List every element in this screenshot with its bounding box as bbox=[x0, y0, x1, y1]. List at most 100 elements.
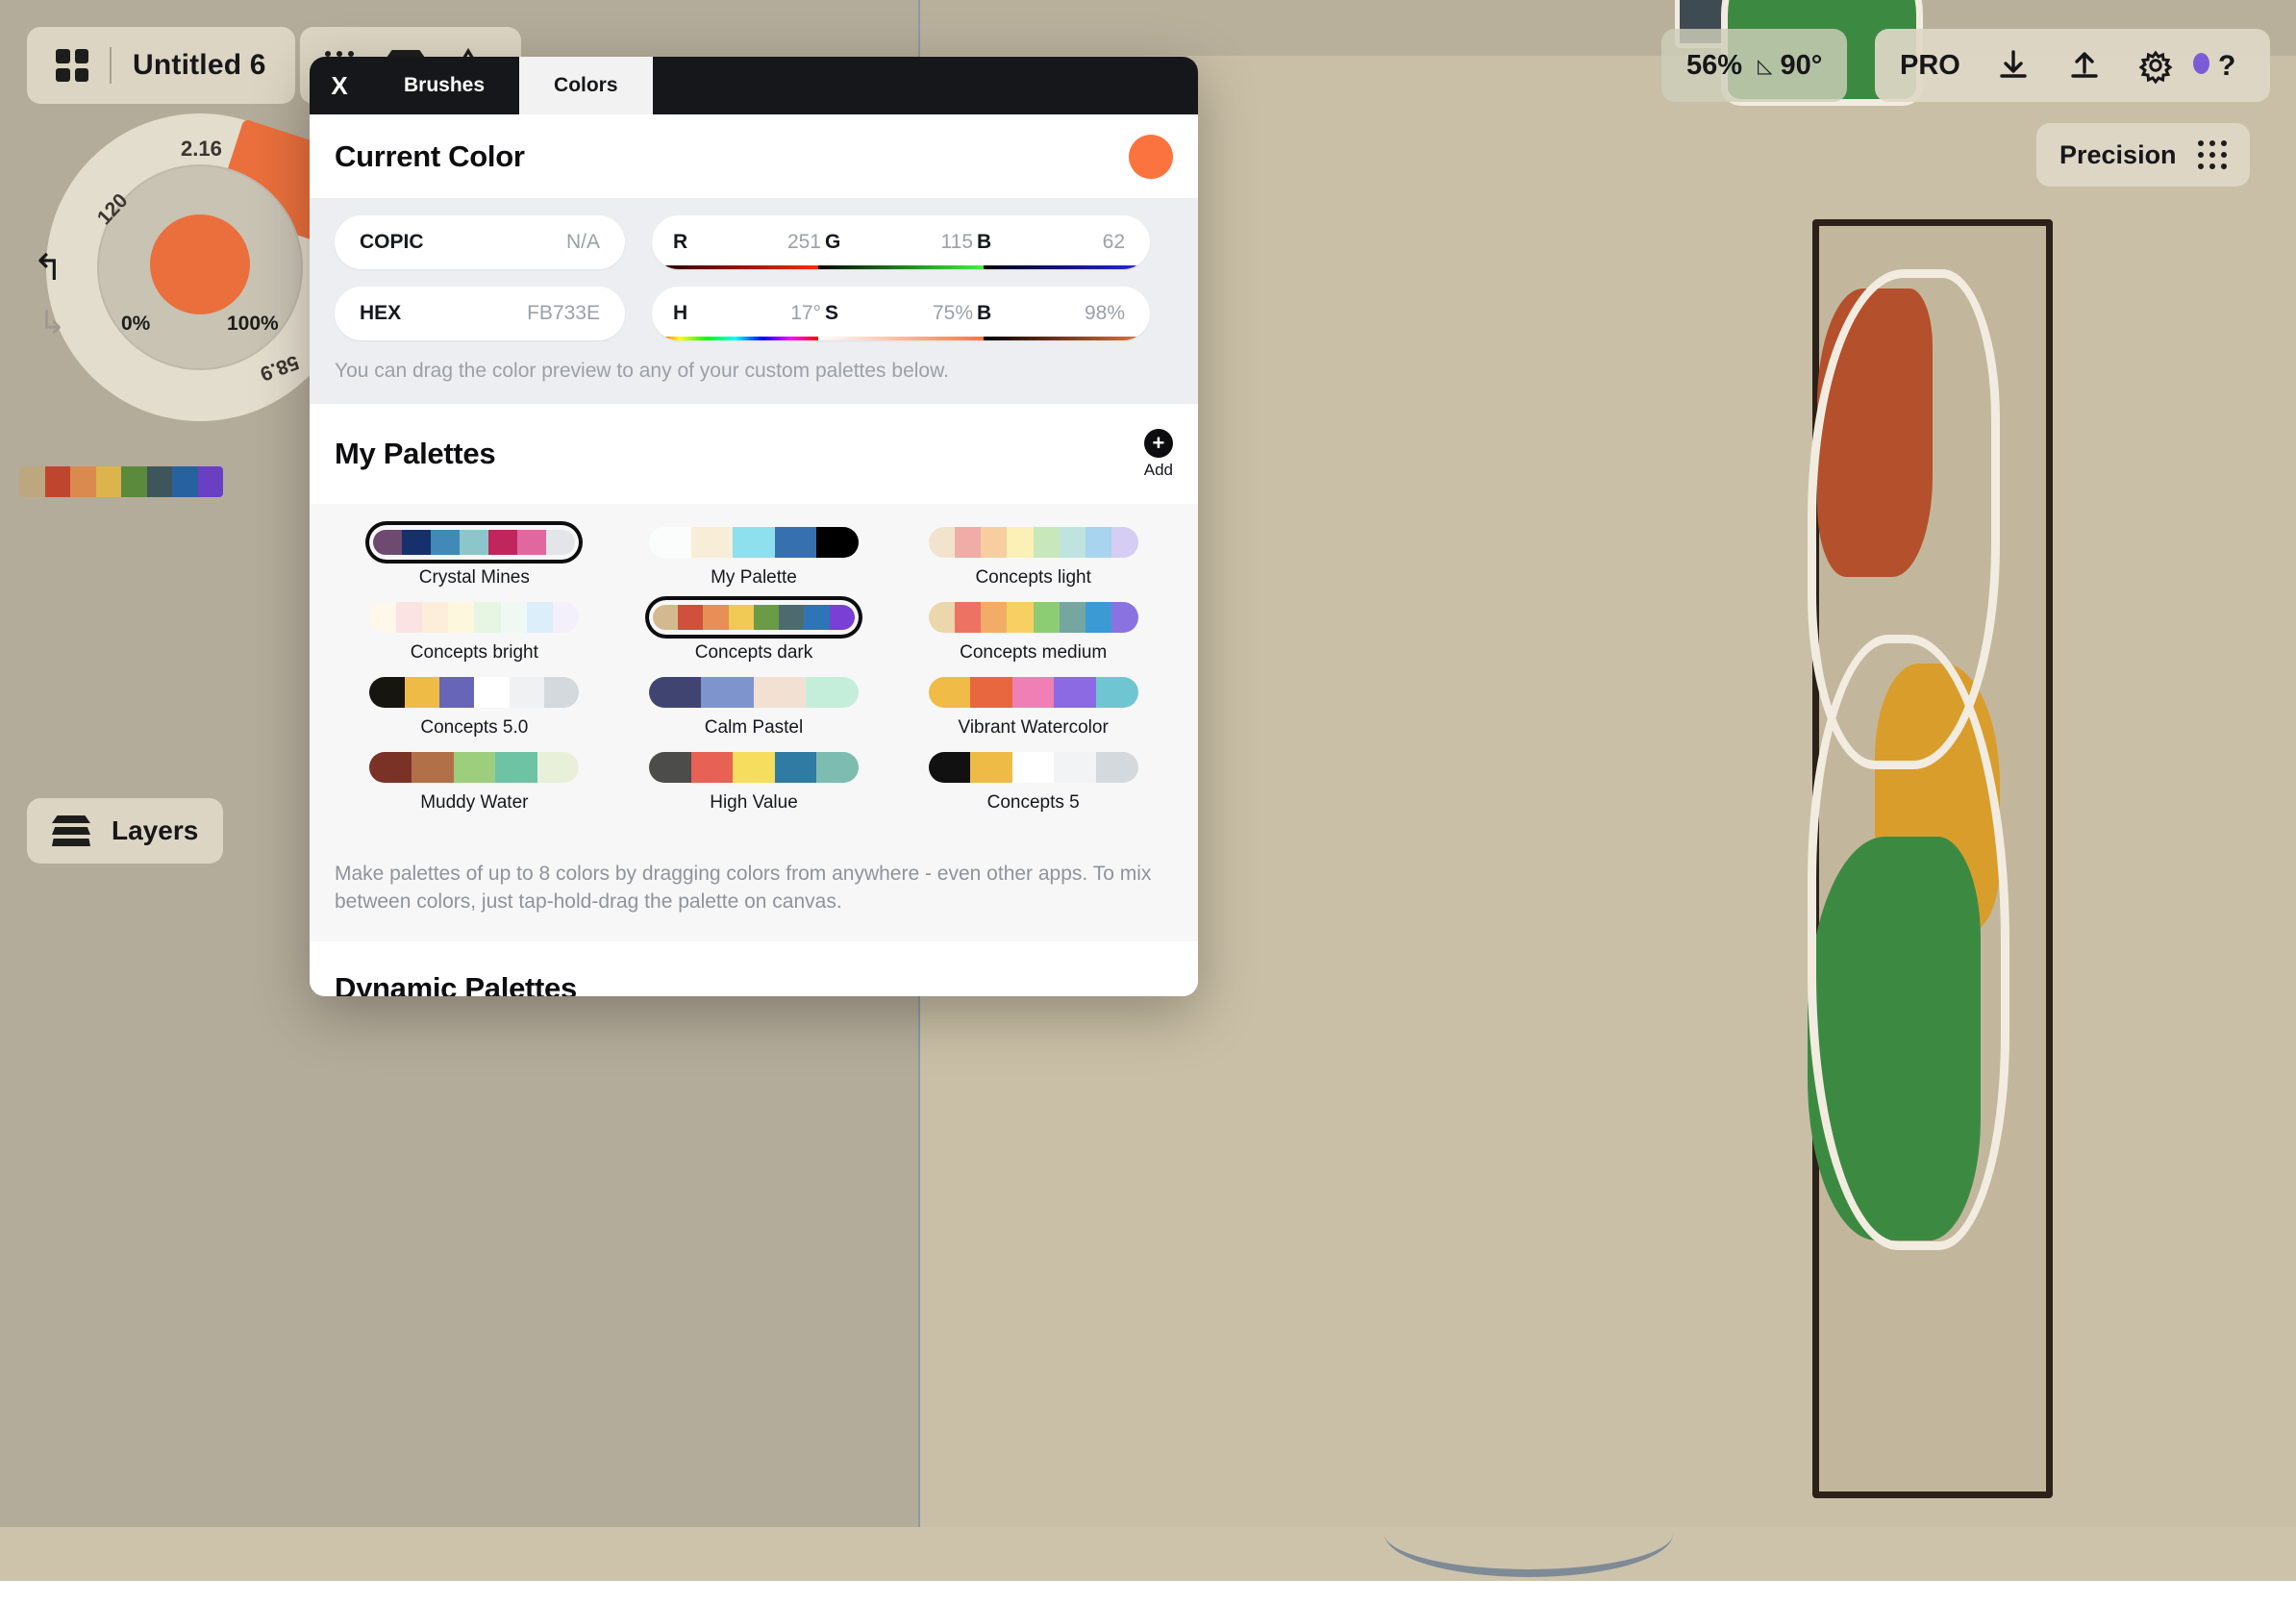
gear-icon[interactable] bbox=[2137, 47, 2174, 84]
palette-swatch[interactable] bbox=[678, 605, 704, 630]
palette-item[interactable]: Concepts 5.0 bbox=[335, 675, 614, 739]
palette-item[interactable]: Crystal Mines bbox=[335, 525, 614, 589]
pro-badge[interactable]: PRO bbox=[1900, 50, 1960, 82]
wheel-current-color[interactable] bbox=[150, 214, 250, 314]
palette-item[interactable]: Concepts medium bbox=[893, 600, 1173, 664]
palette-swatch[interactable] bbox=[1007, 527, 1034, 558]
palette-swatch[interactable] bbox=[526, 602, 554, 633]
palette-swatch[interactable] bbox=[1007, 602, 1034, 633]
palette-swatch[interactable] bbox=[804, 605, 830, 630]
palette-swatch[interactable] bbox=[517, 530, 547, 555]
palette-swatch[interactable] bbox=[648, 527, 691, 558]
palette-swatch[interactable] bbox=[652, 605, 679, 630]
radial-brush-wheel[interactable]: 0% 100% 120 2.16 58.9 ↰ ↳ bbox=[33, 113, 354, 421]
palette-item[interactable]: Calm Pastel bbox=[614, 675, 894, 739]
palette-swatch[interactable] bbox=[981, 602, 1008, 633]
palette-swatch[interactable] bbox=[1054, 752, 1097, 783]
palette-swatch[interactable] bbox=[369, 677, 405, 708]
palette-swatch[interactable] bbox=[829, 605, 855, 630]
precision-button[interactable]: Precision bbox=[2036, 123, 2250, 187]
gallery-grid-icon[interactable] bbox=[56, 49, 88, 82]
palette-swatch[interactable] bbox=[509, 677, 544, 708]
palette-swatch[interactable] bbox=[488, 530, 518, 555]
palette-swatch[interactable] bbox=[373, 530, 403, 555]
palette-swatch[interactable] bbox=[500, 602, 527, 633]
precision-grid-icon[interactable] bbox=[2197, 140, 2227, 169]
palette-swatches[interactable] bbox=[369, 677, 580, 708]
help-button[interactable]: ? bbox=[2192, 47, 2245, 84]
palette-swatch[interactable] bbox=[421, 602, 449, 633]
palette-swatch[interactable] bbox=[411, 752, 454, 783]
document-title-bar[interactable]: Untitled 6 bbox=[27, 27, 295, 104]
palette-swatch[interactable] bbox=[172, 466, 198, 497]
zoom-rotation-indicator[interactable]: 56% ◺ 90° bbox=[1661, 29, 1848, 102]
palette-swatch[interactable] bbox=[690, 527, 734, 558]
add-palette-button[interactable]: + Add bbox=[1144, 428, 1173, 480]
palette-swatch[interactable] bbox=[431, 530, 461, 555]
toolbar-actions[interactable]: PRO ? bbox=[1875, 29, 2270, 102]
rgb-cell-b[interactable]: B 62 bbox=[977, 231, 1129, 254]
palette-swatch[interactable] bbox=[474, 677, 510, 708]
palette-swatch[interactable] bbox=[806, 677, 859, 708]
palette-swatch[interactable] bbox=[816, 527, 859, 558]
palette-swatch[interactable] bbox=[774, 527, 817, 558]
hsb-field[interactable]: H 17° S 75% B 98% bbox=[652, 287, 1150, 340]
palette-swatch[interactable] bbox=[928, 527, 955, 558]
tab-colors[interactable]: Colors bbox=[519, 57, 653, 114]
palette-bar[interactable] bbox=[928, 525, 1138, 560]
palette-bar[interactable] bbox=[928, 675, 1138, 710]
palette-swatch[interactable] bbox=[1054, 677, 1097, 708]
palette-swatch[interactable] bbox=[733, 527, 775, 558]
undo-icon[interactable]: ↰ bbox=[33, 246, 63, 289]
tab-brushes[interactable]: Brushes bbox=[369, 57, 519, 114]
palette-item[interactable]: My Palette bbox=[614, 525, 894, 589]
palette-item[interactable]: Concepts 5 bbox=[893, 750, 1173, 814]
palette-swatch[interactable] bbox=[1033, 602, 1060, 633]
palette-swatch[interactable] bbox=[1111, 602, 1138, 633]
current-color-swatch[interactable] bbox=[1129, 134, 1173, 179]
palette-swatch[interactable] bbox=[1111, 527, 1138, 558]
palette-swatch[interactable] bbox=[453, 752, 496, 783]
palette-swatch[interactable] bbox=[1033, 527, 1060, 558]
palette-swatch[interactable] bbox=[648, 677, 702, 708]
palette-swatch[interactable] bbox=[1086, 527, 1112, 558]
palette-bar[interactable] bbox=[928, 750, 1138, 785]
palette-swatch[interactable] bbox=[121, 466, 147, 497]
palette-swatches[interactable] bbox=[369, 752, 580, 783]
palette-swatch[interactable] bbox=[970, 677, 1012, 708]
palette-swatch[interactable] bbox=[553, 602, 580, 633]
palette-swatch[interactable] bbox=[438, 677, 475, 708]
palette-swatches[interactable] bbox=[928, 602, 1138, 633]
rgb-cell-g[interactable]: G 115 bbox=[825, 231, 977, 254]
palette-swatch[interactable] bbox=[1011, 677, 1055, 708]
palette-bar[interactable] bbox=[648, 675, 859, 710]
palette-swatch[interactable] bbox=[44, 466, 70, 497]
export-icon[interactable] bbox=[2066, 47, 2103, 84]
palette-item[interactable]: Muddy Water bbox=[335, 750, 614, 814]
palette-swatch[interactable] bbox=[495, 752, 537, 783]
palette-item[interactable]: Concepts bright bbox=[335, 600, 614, 664]
palette-swatch[interactable] bbox=[701, 677, 754, 708]
palette-bar-selected[interactable] bbox=[369, 525, 579, 560]
palette-swatch[interactable] bbox=[1011, 752, 1055, 783]
palette-swatch[interactable] bbox=[404, 677, 439, 708]
close-icon[interactable]: X bbox=[310, 57, 369, 114]
palette-swatches[interactable] bbox=[652, 605, 855, 630]
palette-swatch[interactable] bbox=[1059, 527, 1086, 558]
palette-bar[interactable] bbox=[928, 600, 1138, 635]
palette-swatch[interactable] bbox=[954, 527, 982, 558]
rgb-field[interactable]: R 251 G 115 B 62 bbox=[652, 215, 1150, 269]
redo-icon[interactable]: ↳ bbox=[38, 304, 66, 342]
palette-swatch[interactable] bbox=[448, 602, 475, 633]
palette-swatch[interactable] bbox=[753, 677, 807, 708]
palette-swatch[interactable] bbox=[70, 466, 96, 497]
rgb-slider-track[interactable] bbox=[652, 265, 1150, 269]
palette-swatch[interactable] bbox=[395, 602, 422, 633]
import-icon[interactable] bbox=[1995, 47, 2032, 84]
palette-bar[interactable] bbox=[369, 600, 580, 635]
hex-field[interactable]: HEX FB733E bbox=[335, 287, 625, 340]
palette-swatch[interactable] bbox=[753, 605, 780, 630]
palette-swatch[interactable] bbox=[369, 602, 396, 633]
palette-bar-selected[interactable] bbox=[649, 600, 859, 635]
palette-swatch[interactable] bbox=[197, 466, 223, 497]
